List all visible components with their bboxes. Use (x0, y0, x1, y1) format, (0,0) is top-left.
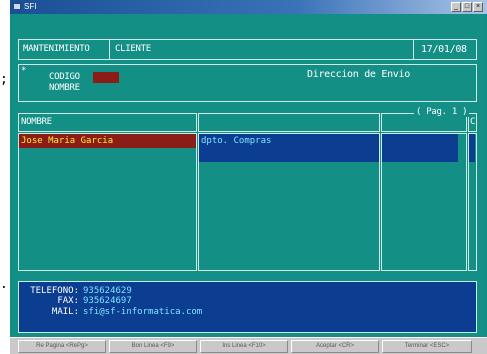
mail-label: MAIL: (51, 307, 79, 317)
terminate-key-button[interactable]: Terminar <ESC> (382, 340, 472, 353)
grid-header-nombre: NOMBRE (18, 113, 197, 132)
codigo-label: CODIGO (49, 72, 80, 82)
section-label: MANTENIMIENTO (23, 44, 90, 54)
left-edge-mark-bottom: . (0, 277, 8, 292)
delete-line-key-button[interactable]: Bon Linea <F9> (109, 340, 197, 353)
terminal-content: MANTENIMIENTO CLIENTE 17/01/08 * CODIGO … (12, 15, 485, 337)
grid-body-nombre (18, 133, 197, 271)
close-button[interactable]: × (473, 2, 483, 12)
maximize-button[interactable]: □ (462, 2, 472, 12)
window-title: SFI (24, 2, 37, 11)
date-label: 17/01/08 (421, 44, 467, 55)
telefono-label: TELEFONO: (30, 286, 79, 296)
table-row-extra[interactable] (382, 134, 458, 162)
grid-header-direccion (198, 113, 380, 132)
divider (413, 40, 414, 59)
direccion-title: Direccion de Envio (307, 69, 410, 80)
contact-box: TELEFONO: 935624629 FAX: 935624697 MAIL:… (18, 281, 477, 333)
table-row-end[interactable] (469, 134, 475, 162)
function-key-bar: Re Pagina <RePg> Bon Linea <F9> Ins Line… (10, 337, 487, 354)
left-edge-mark-top: ; (0, 72, 8, 87)
table-row-nombre[interactable]: Jose Maria Garcia (19, 134, 196, 148)
header-box: MANTENIMIENTO CLIENTE 17/01/08 (18, 39, 477, 60)
column-header-nombre: NOMBRE (21, 117, 52, 127)
app-icon[interactable] (13, 3, 21, 10)
accept-key-button[interactable]: Aceptar <CR> (291, 340, 379, 353)
title-bar[interactable]: SFI _ □ × (10, 0, 487, 14)
insert-line-key-button[interactable]: Ins Linea <F10> (200, 340, 288, 353)
codigo-field[interactable] (93, 72, 119, 83)
telefono-value[interactable]: 935624629 (83, 286, 132, 296)
page-indicator: ( Pag. 1 ) (414, 107, 470, 117)
fax-label: FAX: (57, 296, 79, 306)
fax-value[interactable]: 935624697 (83, 296, 132, 306)
entity-label: CLIENTE (115, 44, 151, 54)
minimize-button[interactable]: _ (451, 2, 461, 12)
table-row-direccion[interactable]: dpto. Compras (199, 134, 379, 162)
client-grid: NOMBRE C ( Pag. 1 ) Jose Maria Garcia dp… (18, 107, 477, 285)
divider (109, 40, 110, 59)
column-header-end: C (470, 117, 476, 127)
client-box: * CODIGO NOMBRE Direccion de Envio (18, 64, 477, 102)
repage-key-button[interactable]: Re Pagina <RePg> (18, 340, 106, 353)
nombre-label: NOMBRE (49, 83, 80, 93)
grid-header-end: C (468, 113, 477, 132)
mail-value[interactable]: sfi@sf-informatica.com (83, 307, 202, 317)
app-window: SFI _ □ × MANTENIMIENTO CLIENTE 17/01/08… (10, 0, 487, 354)
record-marker: * (21, 66, 27, 76)
